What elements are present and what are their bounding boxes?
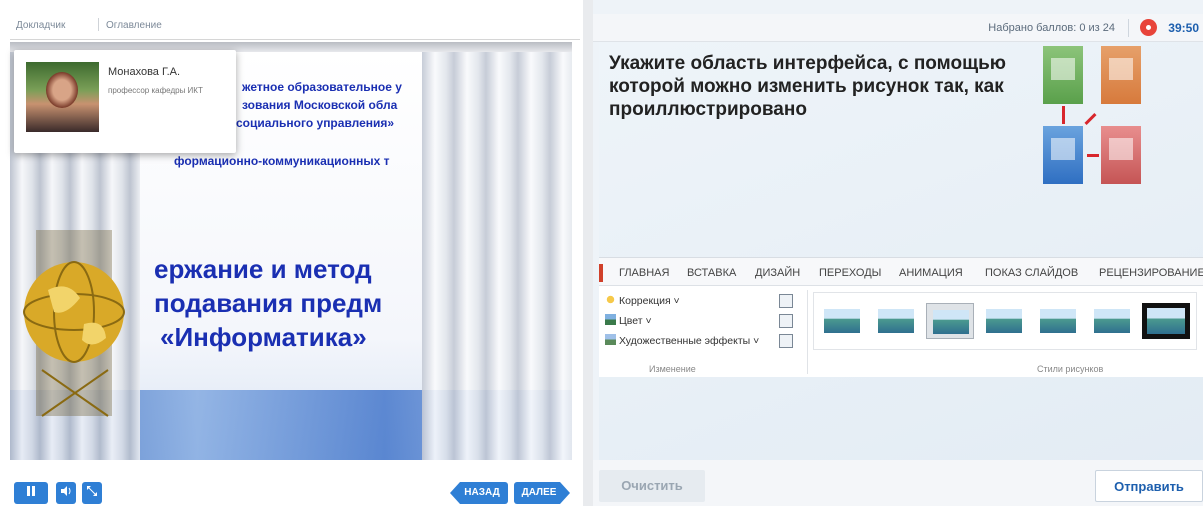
correction-label: Коррекция ˅	[619, 295, 680, 307]
style-preview	[1094, 309, 1130, 333]
panel-divider	[583, 0, 593, 506]
tab-divider	[98, 18, 99, 31]
ribbon-tab-home[interactable]: ГЛАВНАЯ	[619, 267, 669, 279]
topbar-divider	[1128, 19, 1129, 37]
presenter-card: Монахова Г.А. профессор кафедры ИКТ	[14, 50, 236, 153]
slide-header-line: жетное образовательное у	[242, 80, 402, 94]
presenter-role: профессор кафедры ИКТ	[108, 86, 203, 95]
slide-title-line: ержание и метод	[154, 254, 372, 284]
arrow-icon	[1062, 106, 1065, 124]
quiz-panel: Набрано баллов: 0 из 24 39:50 Укажите об…	[593, 0, 1203, 506]
presentation-player: Докладчик Оглавление жетное образователь…	[0, 0, 583, 506]
style-preview	[986, 309, 1022, 333]
arrow-icon	[1087, 154, 1099, 157]
screen: Докладчик Оглавление жетное образователь…	[0, 0, 1203, 506]
arrow-icon	[1084, 112, 1097, 126]
artistic-effects-label: Художественные эффекты ˅	[619, 335, 760, 347]
slide-title-line: «Информатика»	[160, 322, 367, 352]
ribbon-tab-design[interactable]: ДИЗАЙН	[755, 267, 800, 279]
group-label-change: Изменение	[649, 364, 696, 374]
picture-style-option[interactable]	[872, 303, 920, 339]
slide-title-line: подавания предм	[154, 288, 383, 318]
style-preview	[1147, 308, 1185, 334]
picture-style-option[interactable]	[926, 303, 974, 339]
change-picture-icon[interactable]	[779, 314, 793, 328]
picture-style-option[interactable]	[1034, 303, 1082, 339]
back-button[interactable]: НАЗАД	[450, 482, 508, 504]
question-text: Укажите область интерфейса, с помощью ко…	[609, 53, 1007, 120]
reset-picture-icon[interactable]	[779, 334, 793, 348]
artistic-effects-command[interactable]: Художественные эффекты ˅	[605, 334, 759, 347]
clear-button[interactable]: Очистить	[599, 470, 705, 502]
question-area: Укажите область интерфейса, с помощью ко…	[599, 42, 1203, 460]
score-text: Набрано баллов: 0 из 24	[988, 22, 1115, 34]
picture-style-option[interactable]	[980, 303, 1028, 339]
player-tabs: Докладчик Оглавление	[10, 14, 580, 40]
color-icon	[605, 314, 616, 325]
ribbon-tabs: ГЛАВНАЯ ВСТАВКА ДИЗАЙН ПЕРЕХОДЫ АНИМАЦИЯ…	[599, 258, 1203, 286]
illustration-image	[1043, 126, 1083, 184]
style-preview	[933, 310, 969, 334]
fullscreen-icon	[87, 486, 97, 496]
ribbon-tab-insert[interactable]: ВСТАВКА	[687, 267, 736, 279]
style-preview	[824, 309, 860, 333]
globe-icon	[23, 230, 125, 417]
ribbon-tab-transitions[interactable]: ПЕРЕХОДЫ	[819, 267, 881, 279]
group-divider	[807, 290, 808, 374]
slide-header-line: формационно-коммуникационных т	[174, 154, 390, 168]
sun-icon	[605, 294, 616, 305]
slide-header-line: социального управления»	[236, 116, 395, 130]
quiz-topbar: Набрано баллов: 0 из 24 39:50	[593, 14, 1203, 42]
picture-style-option[interactable]	[1142, 303, 1190, 339]
player-controls: НАЗАД ДАЛЕЕ	[0, 470, 583, 506]
timer: 39:50	[1168, 21, 1199, 35]
picture-styles-gallery[interactable]	[813, 292, 1197, 350]
style-preview	[1040, 309, 1076, 333]
tab-presenter[interactable]: Докладчик	[16, 20, 65, 31]
illustration-image	[1043, 46, 1083, 104]
illustration	[1043, 46, 1153, 194]
ribbon-tab-animation[interactable]: АНИМАЦИЯ	[899, 267, 963, 279]
tab-contents[interactable]: Оглавление	[106, 20, 162, 31]
next-button[interactable]: ДАЛЕЕ	[514, 482, 570, 504]
artistic-effects-icon	[605, 334, 616, 345]
active-tab-marker	[599, 264, 603, 282]
ribbon-screenshot[interactable]: ГЛАВНАЯ ВСТАВКА ДИЗАЙН ПЕРЕХОДЫ АНИМАЦИЯ…	[599, 257, 1203, 377]
fullscreen-button[interactable]	[82, 482, 102, 504]
picture-style-option[interactable]	[1088, 303, 1136, 339]
illustration-image	[1101, 46, 1141, 104]
quiz-footer: Очистить Отправить	[593, 460, 1203, 506]
timer-icon	[1140, 19, 1157, 36]
group-label-picture-styles: Стили рисунков	[1037, 364, 1104, 374]
volume-button[interactable]	[56, 482, 76, 504]
illustration-image	[1101, 126, 1141, 184]
submit-button[interactable]: Отправить	[1095, 470, 1203, 502]
picture-style-option[interactable]	[818, 303, 866, 339]
volume-icon	[60, 486, 70, 496]
avatar	[26, 62, 99, 132]
slide-header-line: зования Московской обла	[242, 98, 398, 112]
right-curtain	[422, 42, 572, 460]
pause-button[interactable]	[14, 482, 48, 504]
pause-icon	[27, 486, 35, 496]
compress-icon[interactable]	[779, 294, 793, 308]
style-preview	[878, 309, 914, 333]
presenter-name: Монахова Г.А.	[108, 66, 181, 78]
color-label: Цвет ˅	[619, 315, 652, 327]
ribbon-tab-review[interactable]: РЕЦЕНЗИРОВАНИЕ	[1099, 267, 1203, 279]
ribbon-tab-slideshow[interactable]: ПОКАЗ СЛАЙДОВ	[985, 267, 1078, 279]
color-command[interactable]: Цвет ˅	[605, 314, 652, 327]
correction-command[interactable]: Коррекция ˅	[605, 294, 680, 307]
